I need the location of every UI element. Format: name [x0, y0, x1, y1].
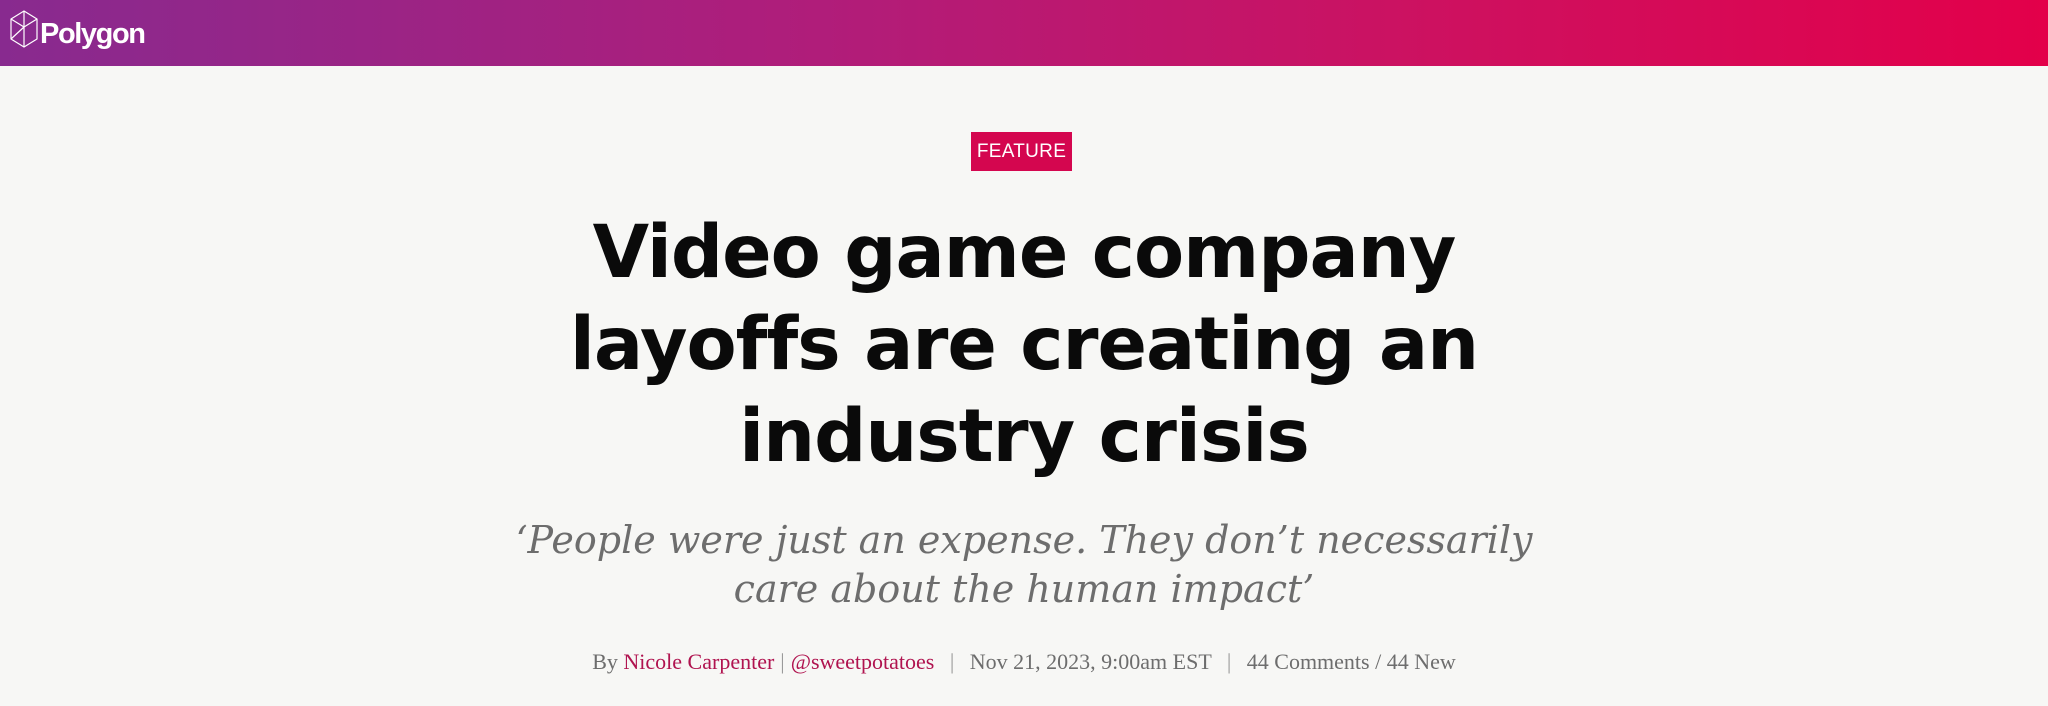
byline-separator: |: [949, 649, 955, 674]
publish-date: Nov 21, 2023, 9:00am EST: [969, 649, 1212, 674]
byline-separator: |: [780, 649, 785, 674]
article-subheadline: ‘People were just an expense. They don’t…: [515, 518, 1533, 611]
article-headline: Video game company layoffs are creating …: [569, 210, 1479, 479]
comments-link[interactable]: 44 Comments / 44 New: [1247, 649, 1456, 674]
logo-wordmark: Polygon: [40, 18, 146, 50]
author-link[interactable]: Nicole Carpenter: [623, 649, 774, 674]
feature-badge[interactable]: FEATURE: [971, 132, 1072, 171]
polygon-logo-link[interactable]: Polygon: [8, 8, 146, 51]
byline-separator: |: [1226, 649, 1232, 674]
author-twitter-link[interactable]: @sweetpotatoes: [791, 649, 935, 674]
byline-prefix: By: [592, 649, 618, 674]
top-navigation-bar: Polygon: [0, 0, 2048, 66]
polygon-logo-icon: [10, 9, 38, 48]
article-byline: By Nicole Carpenter | @sweetpotatoes | Nov…: [0, 648, 2048, 676]
